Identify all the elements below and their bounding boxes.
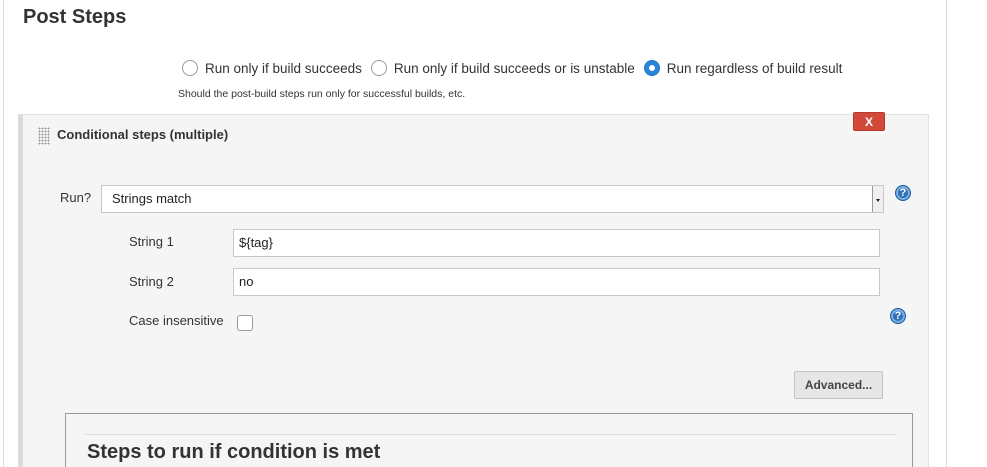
string1-input[interactable]: ${tag} (233, 229, 880, 257)
post-steps-radio-group: Run only if build succeeds Run only if b… (182, 58, 851, 78)
string2-input[interactable]: no (233, 268, 880, 296)
radio-option-success[interactable]: Run only if build succeeds (182, 60, 362, 76)
drag-handle-icon[interactable] (38, 127, 50, 145)
delete-step-button[interactable]: X (853, 112, 885, 131)
radio-unstable-label: Run only if build succeeds or is unstabl… (393, 60, 635, 76)
radio-regardless-button[interactable] (643, 60, 660, 76)
run-label: Run? (60, 190, 92, 205)
conditional-steps-title: Conditional steps (multiple) (57, 127, 229, 142)
radio-unstable-button[interactable] (370, 60, 387, 76)
post-steps-page: Post Steps Run only if build succeeds Ru… (0, 0, 987, 467)
radio-success-button[interactable] (182, 60, 198, 76)
case-insensitive-label: Case insensitive (129, 313, 224, 328)
help-icon[interactable]: ? (895, 185, 911, 201)
advanced-button[interactable]: Advanced... (794, 371, 883, 399)
case-insensitive-checkbox[interactable] (237, 315, 253, 331)
string2-label: String 2 (129, 274, 174, 289)
steps-title: Steps to run if condition is met (87, 441, 381, 463)
radio-regardless-label: Run regardless of build result (666, 60, 843, 76)
radio-success-label: Run only if build succeeds (205, 60, 362, 76)
section-title: Post Steps (23, 6, 127, 28)
run-condition-select[interactable]: Strings match (101, 185, 884, 213)
chevron-down-icon[interactable] (872, 186, 883, 212)
post-steps-help-text: Should the post-build steps run only for… (178, 88, 466, 100)
string1-label: String 1 (129, 234, 174, 249)
radio-option-regardless[interactable]: Run regardless of build result (643, 60, 843, 76)
divider (85, 434, 897, 435)
radio-option-unstable[interactable]: Run only if build succeeds or is unstabl… (370, 60, 635, 76)
help-icon[interactable]: ? (890, 308, 906, 324)
run-condition-value: Strings match (112, 191, 192, 206)
